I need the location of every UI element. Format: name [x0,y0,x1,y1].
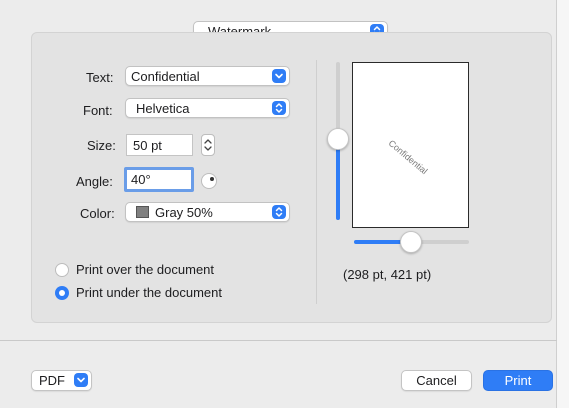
horizontal-slider-knob[interactable] [400,231,422,253]
print-under-label[interactable]: Print under the document [76,285,222,300]
chevron-down-icon [272,69,286,83]
angle-dial[interactable] [201,173,217,189]
size-stepper[interactable] [201,134,215,156]
preview-watermark-text: Confidential [386,138,430,177]
vertical-slider-knob[interactable] [327,128,349,150]
pdf-menu-button[interactable]: PDF [31,370,92,391]
text-popup[interactable]: Confidential [125,66,290,86]
up-down-chevron-icon [272,101,286,115]
stepper-arrows-icon [204,139,212,151]
angle-field[interactable]: 40° [124,167,194,192]
position-readout: (298 pt, 421 pt) [343,267,432,282]
color-popup-value: Gray 50% [155,205,213,220]
footer-separator [0,340,557,341]
panel-divider [316,60,317,304]
font-popup[interactable]: Helvetica [125,98,290,118]
color-label: Color: [80,206,115,221]
size-field[interactable]: 50 pt [126,134,193,156]
print-button[interactable]: Print [483,370,553,391]
pdf-label: PDF [39,373,65,388]
page-preview: Confidential [352,62,469,228]
cancel-button[interactable]: Cancel [401,370,472,391]
color-popup[interactable]: Gray 50% [125,202,290,222]
print-over-label[interactable]: Print over the document [76,262,214,277]
size-value: 50 pt [133,138,162,153]
window-edge [556,0,569,408]
dial-dot-icon [210,177,214,181]
text-popup-value: Confidential [131,69,200,84]
text-label: Text: [86,70,114,85]
radio-print-under[interactable] [55,286,69,300]
angle-value: 40° [131,172,151,187]
up-down-chevron-icon [272,205,286,219]
color-swatch [136,206,149,218]
angle-label: Angle: [76,174,113,189]
radio-print-over[interactable] [55,263,69,277]
font-popup-value: Helvetica [136,101,190,116]
font-label: Font: [83,103,113,118]
vertical-slider-fill [336,140,340,220]
print-dialog: Watermark Text: Confidential Font: Helve… [0,0,569,408]
size-label: Size: [87,138,116,153]
chevron-down-icon [74,373,88,387]
